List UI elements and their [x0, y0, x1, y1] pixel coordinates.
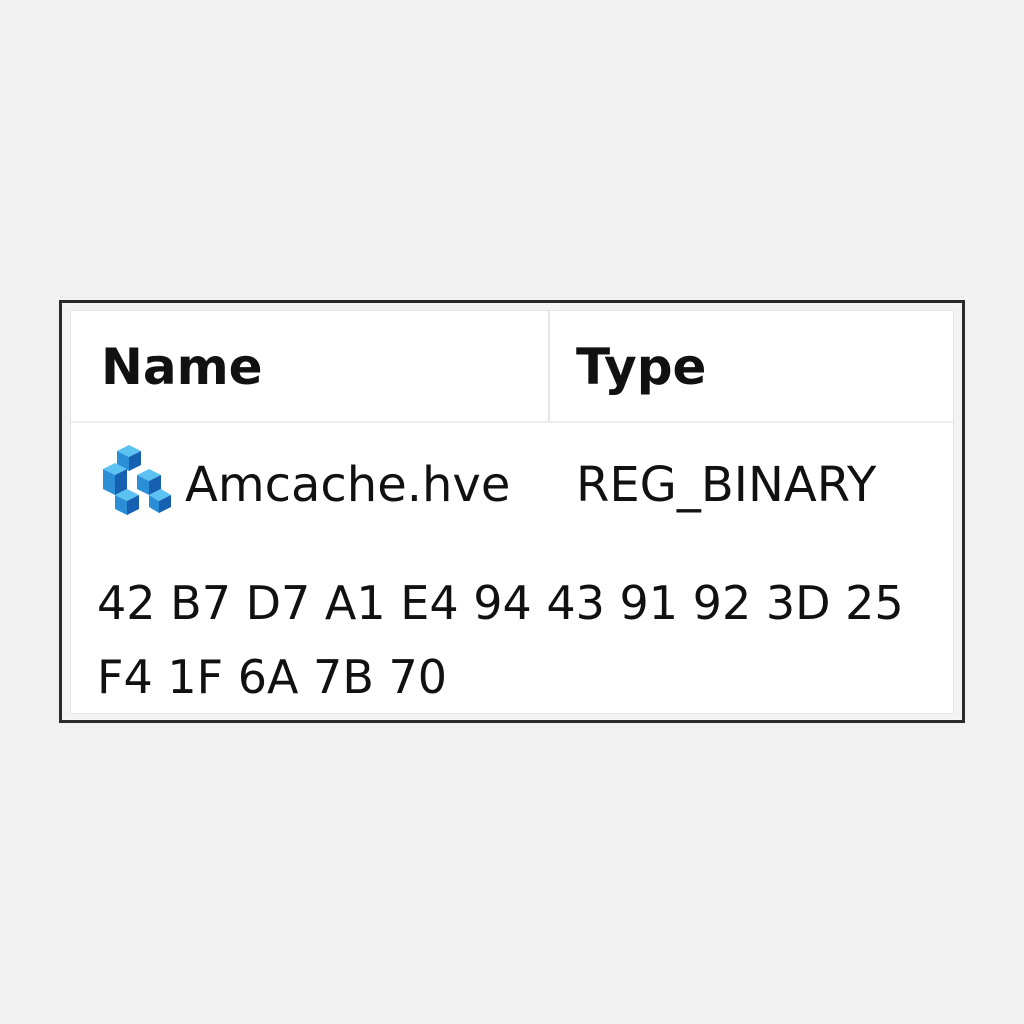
column-divider[interactable] — [548, 311, 550, 421]
registry-value-row[interactable]: Amcache.hve REG_BINARY — [71, 423, 953, 543]
registry-cube-icon — [103, 445, 171, 515]
column-header-row: Name Type — [71, 311, 953, 423]
column-header-name[interactable]: Name — [101, 337, 263, 397]
value-hex-data: 42 B7 D7 A1 E4 94 43 91 92 3D 25 F4 1F 6… — [97, 576, 904, 704]
column-header-type[interactable]: Type — [576, 337, 706, 397]
value-type: REG_BINARY — [576, 457, 877, 513]
registry-value-panel: Name Type Amcache.hve REG_BINARY 42 B7 D… — [59, 300, 965, 723]
value-name: Amcache.hve — [185, 457, 511, 513]
registry-value-list: Name Type Amcache.hve REG_BINARY 42 B7 D… — [70, 310, 954, 714]
